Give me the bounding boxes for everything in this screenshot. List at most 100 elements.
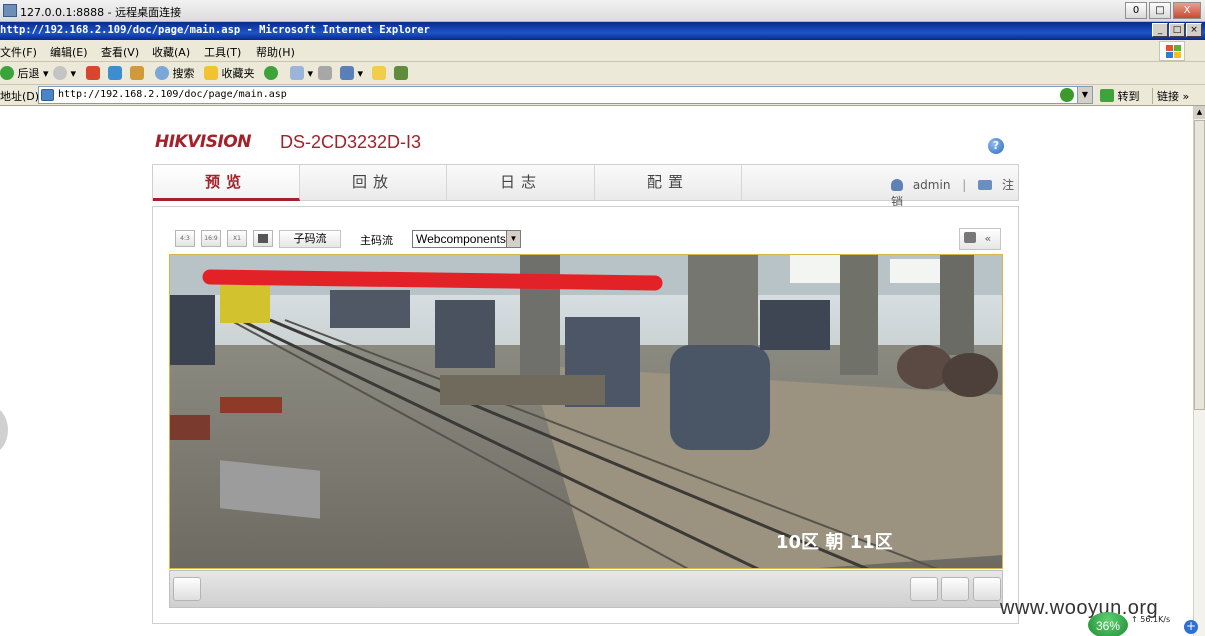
- user-area: admin | 注销: [891, 176, 1018, 210]
- history-icon: [264, 66, 278, 80]
- forward-button[interactable]: ▾: [53, 65, 76, 82]
- live-video[interactable]: 10区 朝 11区: [169, 254, 1003, 569]
- links-label: 链接: [1157, 90, 1179, 103]
- compat-icon[interactable]: [1060, 88, 1074, 102]
- menu-file[interactable]: 文件(F): [0, 44, 37, 60]
- chevron-down-icon: ▼: [506, 231, 520, 247]
- menu-tools[interactable]: 工具(T): [204, 44, 241, 60]
- add-icon[interactable]: +: [1184, 620, 1198, 634]
- fullscreen-button[interactable]: [973, 577, 1001, 601]
- remote-desktop-titlebar: 127.0.0.1:8888 - 远程桌面连接 0 □ X: [0, 0, 1205, 22]
- search-icon: [155, 66, 169, 80]
- folder-button[interactable]: [372, 65, 386, 82]
- print-icon: [318, 66, 332, 80]
- search-button[interactable]: 搜索: [155, 65, 195, 82]
- address-dropdown-icon[interactable]: ▼: [1077, 87, 1092, 103]
- main-nav: 预览 回放 日志 配置 admin | 注销: [152, 164, 1019, 209]
- print-button[interactable]: [318, 65, 332, 82]
- scroll-thumb[interactable]: [1194, 120, 1205, 410]
- back-arrow-icon: [0, 66, 14, 80]
- stop-button[interactable]: [86, 65, 100, 82]
- favorites-button[interactable]: 收藏夹: [204, 65, 255, 82]
- address-url: http://192.168.2.109/doc/page/main.asp: [58, 89, 287, 100]
- tab-config[interactable]: 配置: [595, 165, 742, 201]
- menu-edit[interactable]: 编辑(E): [50, 44, 88, 60]
- ie-close-button[interactable]: ×: [1186, 23, 1202, 37]
- sub-stream-button[interactable]: 子码流: [279, 230, 341, 248]
- go-arrow-icon: [1100, 89, 1114, 102]
- home-button[interactable]: [130, 65, 144, 82]
- windows-logo-icon: [1159, 41, 1185, 61]
- capture-button[interactable]: [910, 577, 938, 601]
- device-model: DS-2CD3232D-I3: [280, 132, 422, 152]
- vertical-scrollbar[interactable]: ▲: [1193, 106, 1205, 636]
- tab-playback[interactable]: 回放: [300, 165, 447, 201]
- edit-button[interactable]: ▾: [340, 65, 363, 82]
- go-button[interactable]: 转到: [1100, 88, 1140, 104]
- logout-button[interactable]: 注销: [891, 178, 1014, 209]
- go-label: 转到: [1117, 90, 1140, 103]
- hikvision-logo: HIKVISION: [155, 132, 251, 152]
- menu-view[interactable]: 查看(V): [101, 44, 139, 60]
- video-osd-text: 10区 朝 11区: [776, 531, 893, 553]
- record-button[interactable]: [941, 577, 969, 601]
- forward-arrow-icon: [53, 66, 67, 80]
- tab-preview[interactable]: 预览: [153, 165, 300, 201]
- mail-icon: [290, 66, 304, 80]
- main-stream-button[interactable]: 主码流: [360, 232, 393, 248]
- rd-restore-button[interactable]: □: [1149, 2, 1171, 19]
- plugin-select[interactable]: Webcomponents ▼: [412, 230, 521, 248]
- stop-icon: [86, 66, 100, 80]
- word-icon: [340, 66, 354, 80]
- start-preview-button[interactable]: [173, 577, 201, 601]
- back-button[interactable]: 后退 ▾: [0, 65, 49, 82]
- username: admin: [912, 178, 951, 192]
- user-separator: |: [962, 178, 967, 192]
- links-button[interactable]: 链接 »: [1152, 88, 1189, 104]
- rd-minimize-button[interactable]: 0: [1125, 2, 1147, 19]
- plugin-select-value: Webcomponents: [416, 232, 506, 246]
- net-speed-value: 56.1K/s: [1140, 615, 1171, 624]
- address-bar: 地址(D) http://192.168.2.109/doc/page/main…: [0, 85, 1205, 106]
- side-floating-button[interactable]: [0, 406, 8, 454]
- cpu-percent: 36%: [1088, 612, 1128, 636]
- camera-icon: [964, 232, 976, 243]
- page-icon: [41, 89, 54, 101]
- system-monitor-widget: 36% ↑ 56.1K/s +: [1088, 612, 1205, 636]
- star-icon: [204, 66, 218, 80]
- ratio-x1-button[interactable]: X1: [227, 230, 247, 247]
- messenger-button[interactable]: [394, 65, 408, 82]
- scroll-up-icon[interactable]: ▲: [1194, 106, 1205, 119]
- home-icon: [130, 66, 144, 80]
- logout-icon: [978, 180, 993, 190]
- video-frame: 10区 朝 11区: [170, 255, 1002, 568]
- search-label: 搜索: [172, 67, 195, 80]
- logout-label: 注销: [891, 178, 1014, 209]
- preview-controls: 4:3 16:9 X1 子码流 主码流 Webcomponents ▼ «: [171, 228, 1001, 251]
- ie-minimize-button[interactable]: _: [1152, 23, 1168, 37]
- remote-desktop-title: 127.0.0.1:8888 - 远程桌面连接: [20, 6, 182, 19]
- address-input[interactable]: http://192.168.2.109/doc/page/main.asp ▼: [38, 86, 1093, 104]
- menu-help[interactable]: 帮助(H): [256, 44, 295, 60]
- mail-button[interactable]: ▾: [290, 65, 313, 82]
- fit-window-button[interactable]: [253, 230, 273, 247]
- refresh-icon: [108, 66, 122, 80]
- rd-close-button[interactable]: X: [1173, 2, 1201, 19]
- messenger-icon: [394, 66, 408, 80]
- ie-window-title: http://192.168.2.109/doc/page/main.asp -…: [0, 24, 430, 36]
- ie-titlebar: http://192.168.2.109/doc/page/main.asp -…: [0, 22, 1205, 40]
- menu-favorites[interactable]: 收藏(A): [152, 44, 190, 60]
- ratio-16-9-button[interactable]: 16:9: [201, 230, 221, 247]
- refresh-button[interactable]: [108, 65, 122, 82]
- ratio-4-3-button[interactable]: 4:3: [175, 230, 195, 247]
- tab-log[interactable]: 日志: [448, 165, 595, 201]
- history-button[interactable]: [264, 65, 278, 82]
- screen: 127.0.0.1:8888 - 远程桌面连接 0 □ X http://192…: [0, 0, 1205, 636]
- ie-menubar: 文件(F) 编辑(E) 查看(V) 收藏(A) 工具(T) 帮助(H): [0, 40, 1205, 62]
- ie-restore-button[interactable]: □: [1169, 23, 1185, 37]
- address-label: 地址(D): [0, 90, 40, 103]
- help-icon[interactable]: ?: [988, 138, 1004, 154]
- preview-panel: 4:3 16:9 X1 子码流 主码流 Webcomponents ▼ « 10…: [152, 206, 1019, 624]
- ptz-toggle-button[interactable]: «: [959, 228, 1001, 250]
- ie-toolbar: 后退 ▾ ▾ 搜索 收藏夹 ▾ ▾: [0, 62, 1205, 85]
